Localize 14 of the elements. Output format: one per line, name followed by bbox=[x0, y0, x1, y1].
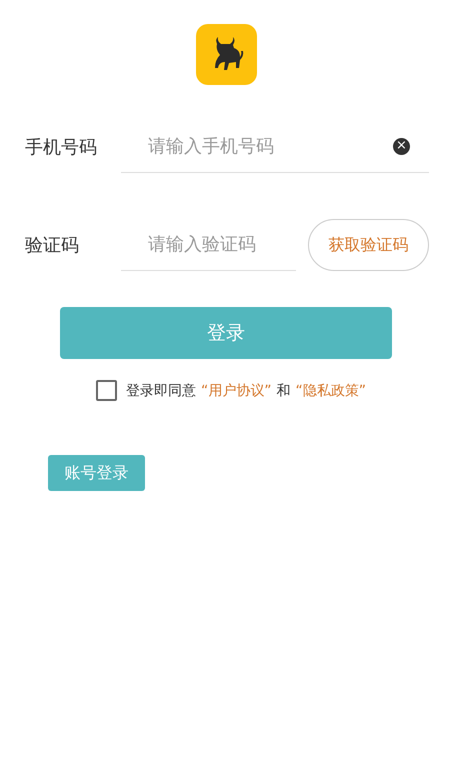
agreement-checkbox[interactable] bbox=[96, 380, 117, 401]
agreement-text: 和 bbox=[276, 382, 291, 400]
privacy-policy-link[interactable]: “隐私政策” bbox=[296, 382, 366, 400]
login-button[interactable]: 登录 bbox=[60, 307, 392, 359]
phone-input-field[interactable]: 请输入手机号码 × bbox=[121, 121, 429, 173]
agreement-text: 登录即同意 bbox=[126, 382, 196, 400]
account-login-button[interactable]: 账号登录 bbox=[48, 455, 145, 491]
user-agreement-link[interactable]: “用户协议” bbox=[201, 382, 272, 400]
field-label: 手机号码 bbox=[25, 136, 98, 159]
field-label: 验证码 bbox=[25, 234, 80, 257]
get-code-button[interactable]: 获取验证码 bbox=[308, 219, 429, 271]
code-input-field[interactable]: 请输入验证码 bbox=[121, 219, 296, 271]
bull-logo-icon bbox=[196, 24, 257, 85]
clear-icon[interactable]: × bbox=[393, 138, 410, 155]
